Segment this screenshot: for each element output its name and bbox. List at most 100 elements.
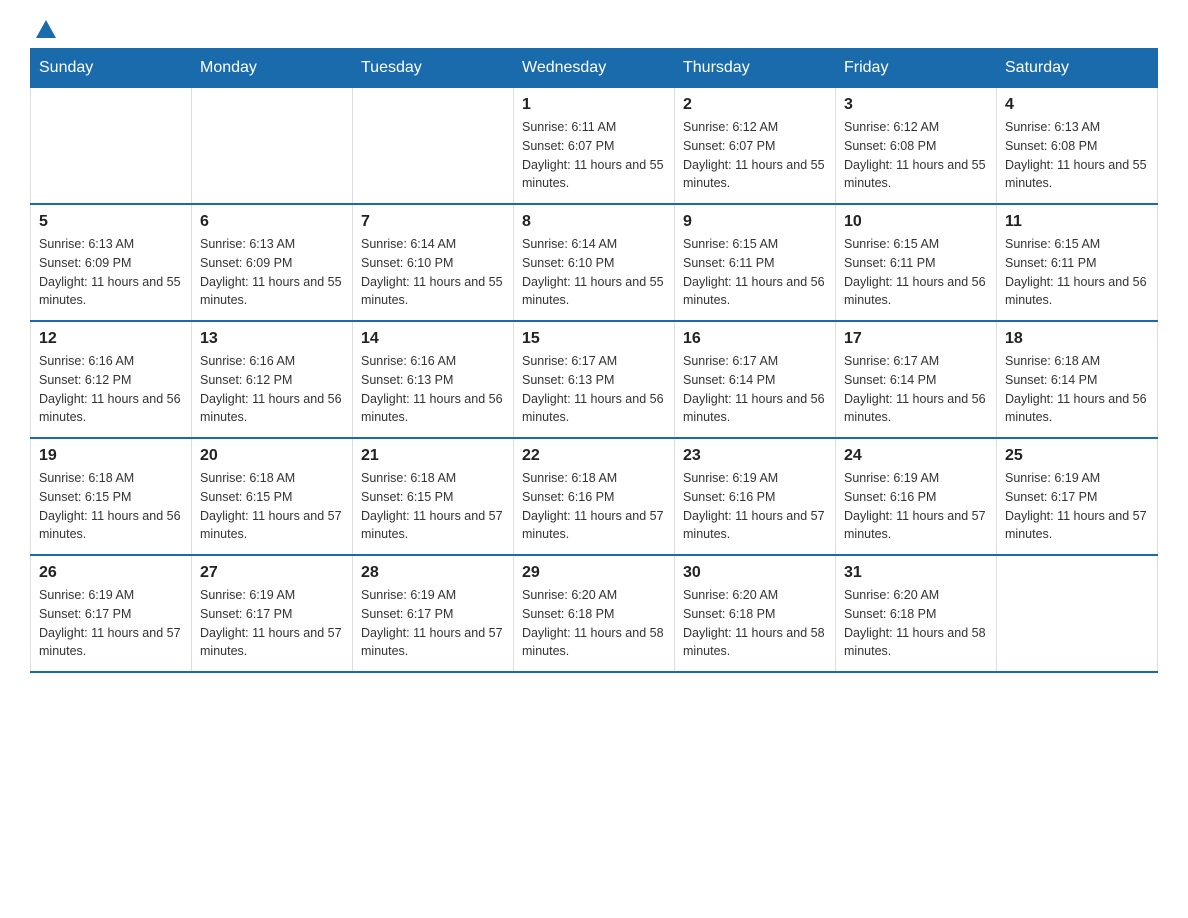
calendar-cell: 13 Sunrise: 6:16 AMSunset: 6:12 PMDayligh… bbox=[192, 321, 353, 438]
calendar-cell bbox=[31, 88, 192, 205]
calendar-cell: 15 Sunrise: 6:17 AMSunset: 6:13 PMDayligh… bbox=[514, 321, 675, 438]
header-friday: Friday bbox=[836, 49, 997, 88]
day-number: 29 bbox=[522, 564, 666, 582]
day-info: Sunrise: 6:18 AMSunset: 6:14 PMDaylight:… bbox=[1005, 352, 1149, 427]
day-info: Sunrise: 6:20 AMSunset: 6:18 PMDaylight:… bbox=[522, 586, 666, 661]
calendar-cell: 27 Sunrise: 6:19 AMSunset: 6:17 PMDayligh… bbox=[192, 555, 353, 672]
day-info: Sunrise: 6:17 AMSunset: 6:14 PMDaylight:… bbox=[683, 352, 827, 427]
week-row-4: 26Sunrise: 6:19 AMSunset: 6:17 PMDayligh… bbox=[31, 555, 1158, 672]
day-number: 9 bbox=[683, 213, 827, 231]
calendar-cell: 20Sunrise: 6:18 AMSunset: 6:15 PMDayligh… bbox=[192, 438, 353, 555]
day-info: Sunrise: 6:15 AMSunset: 6:11 PMDaylight:… bbox=[1005, 235, 1149, 310]
logo bbox=[30, 20, 56, 38]
logo-blue-text bbox=[30, 20, 56, 38]
day-info: Sunrise: 6:18 AMSunset: 6:16 PMDaylight:… bbox=[522, 469, 666, 544]
day-number: 10 bbox=[844, 213, 988, 231]
day-number: 19 bbox=[39, 447, 183, 465]
week-row-2: 12 Sunrise: 6:16 AMSunset: 6:12 PMDayligh… bbox=[31, 321, 1158, 438]
page-header bbox=[30, 20, 1158, 38]
day-info: Sunrise: 6:17 AMSunset: 6:13 PMDaylight:… bbox=[522, 352, 666, 427]
day-info: Sunrise: 6:15 AMSunset: 6:11 PMDaylight:… bbox=[683, 235, 827, 310]
day-number: 20 bbox=[200, 447, 344, 465]
day-info: Sunrise: 6:18 AMSunset: 6:15 PMDaylight:… bbox=[39, 469, 183, 544]
day-number: 7 bbox=[361, 213, 505, 231]
calendar-cell: 6 Sunrise: 6:13 AMSunset: 6:09 PMDaylight… bbox=[192, 204, 353, 321]
day-number: 22 bbox=[522, 447, 666, 465]
day-number: 28 bbox=[361, 564, 505, 582]
day-number: 12 bbox=[39, 330, 183, 348]
header-saturday: Saturday bbox=[997, 49, 1158, 88]
calendar-cell: 31Sunrise: 6:20 AMSunset: 6:18 PMDayligh… bbox=[836, 555, 997, 672]
calendar-table: Sunday Monday Tuesday Wednesday Thursday… bbox=[30, 48, 1158, 673]
day-number: 27 bbox=[200, 564, 344, 582]
calendar-cell: 11 Sunrise: 6:15 AMSunset: 6:11 PMDayligh… bbox=[997, 204, 1158, 321]
calendar-cell: 29 Sunrise: 6:20 AMSunset: 6:18 PMDayligh… bbox=[514, 555, 675, 672]
day-info: Sunrise: 6:16 AMSunset: 6:13 PMDaylight:… bbox=[361, 352, 505, 427]
day-number: 3 bbox=[844, 96, 988, 114]
week-row-1: 5Sunrise: 6:13 AMSunset: 6:09 PMDaylight… bbox=[31, 204, 1158, 321]
day-number: 6 bbox=[200, 213, 344, 231]
header-row: Sunday Monday Tuesday Wednesday Thursday… bbox=[31, 49, 1158, 88]
day-info: Sunrise: 6:12 AMSunset: 6:07 PMDaylight:… bbox=[683, 118, 827, 193]
day-number: 13 bbox=[200, 330, 344, 348]
week-row-3: 19 Sunrise: 6:18 AMSunset: 6:15 PMDayligh… bbox=[31, 438, 1158, 555]
day-info: Sunrise: 6:19 AMSunset: 6:16 PMDaylight:… bbox=[844, 469, 988, 544]
day-info: Sunrise: 6:16 AMSunset: 6:12 PMDaylight:… bbox=[200, 352, 344, 427]
calendar-header: Sunday Monday Tuesday Wednesday Thursday… bbox=[31, 49, 1158, 88]
calendar-cell: 5Sunrise: 6:13 AMSunset: 6:09 PMDaylight… bbox=[31, 204, 192, 321]
day-info: Sunrise: 6:11 AMSunset: 6:07 PMDaylight:… bbox=[522, 118, 666, 193]
day-info: Sunrise: 6:12 AMSunset: 6:08 PMDaylight:… bbox=[844, 118, 988, 193]
calendar-cell: 9 Sunrise: 6:15 AMSunset: 6:11 PMDaylight… bbox=[675, 204, 836, 321]
day-number: 18 bbox=[1005, 330, 1149, 348]
header-tuesday: Tuesday bbox=[353, 49, 514, 88]
calendar-cell: 4 Sunrise: 6:13 AMSunset: 6:08 PMDaylight… bbox=[997, 88, 1158, 205]
day-info: Sunrise: 6:14 AMSunset: 6:10 PMDaylight:… bbox=[361, 235, 505, 310]
day-number: 16 bbox=[683, 330, 827, 348]
day-number: 24 bbox=[844, 447, 988, 465]
week-row-0: 1 Sunrise: 6:11 AMSunset: 6:07 PMDaylight… bbox=[31, 88, 1158, 205]
day-number: 4 bbox=[1005, 96, 1149, 114]
day-info: Sunrise: 6:19 AMSunset: 6:16 PMDaylight:… bbox=[683, 469, 827, 544]
day-info: Sunrise: 6:17 AMSunset: 6:14 PMDaylight:… bbox=[844, 352, 988, 427]
day-number: 11 bbox=[1005, 213, 1149, 231]
day-info: Sunrise: 6:13 AMSunset: 6:08 PMDaylight:… bbox=[1005, 118, 1149, 193]
calendar-cell: 24 Sunrise: 6:19 AMSunset: 6:16 PMDayligh… bbox=[836, 438, 997, 555]
calendar-cell: 17 Sunrise: 6:17 AMSunset: 6:14 PMDayligh… bbox=[836, 321, 997, 438]
day-info: Sunrise: 6:15 AMSunset: 6:11 PMDaylight:… bbox=[844, 235, 988, 310]
day-number: 25 bbox=[1005, 447, 1149, 465]
logo-triangle-icon bbox=[36, 20, 56, 38]
day-number: 2 bbox=[683, 96, 827, 114]
calendar-cell: 23 Sunrise: 6:19 AMSunset: 6:16 PMDayligh… bbox=[675, 438, 836, 555]
day-info: Sunrise: 6:20 AMSunset: 6:18 PMDaylight:… bbox=[683, 586, 827, 661]
header-monday: Monday bbox=[192, 49, 353, 88]
calendar-cell: 28Sunrise: 6:19 AMSunset: 6:17 PMDayligh… bbox=[353, 555, 514, 672]
calendar-cell bbox=[997, 555, 1158, 672]
calendar-cell: 25Sunrise: 6:19 AMSunset: 6:17 PMDayligh… bbox=[997, 438, 1158, 555]
day-info: Sunrise: 6:19 AMSunset: 6:17 PMDaylight:… bbox=[200, 586, 344, 661]
calendar-cell: 3 Sunrise: 6:12 AMSunset: 6:08 PMDaylight… bbox=[836, 88, 997, 205]
calendar-cell: 21Sunrise: 6:18 AMSunset: 6:15 PMDayligh… bbox=[353, 438, 514, 555]
calendar-cell: 22 Sunrise: 6:18 AMSunset: 6:16 PMDayligh… bbox=[514, 438, 675, 555]
calendar-cell: 18 Sunrise: 6:18 AMSunset: 6:14 PMDayligh… bbox=[997, 321, 1158, 438]
calendar-cell: 8Sunrise: 6:14 AMSunset: 6:10 PMDaylight… bbox=[514, 204, 675, 321]
day-number: 30 bbox=[683, 564, 827, 582]
calendar-cell: 7 Sunrise: 6:14 AMSunset: 6:10 PMDaylight… bbox=[353, 204, 514, 321]
calendar-cell: 2 Sunrise: 6:12 AMSunset: 6:07 PMDaylight… bbox=[675, 88, 836, 205]
day-number: 1 bbox=[522, 96, 666, 114]
day-info: Sunrise: 6:13 AMSunset: 6:09 PMDaylight:… bbox=[39, 235, 183, 310]
day-number: 31 bbox=[844, 564, 988, 582]
calendar-cell: 12Sunrise: 6:16 AMSunset: 6:12 PMDayligh… bbox=[31, 321, 192, 438]
day-number: 15 bbox=[522, 330, 666, 348]
day-number: 23 bbox=[683, 447, 827, 465]
header-thursday: Thursday bbox=[675, 49, 836, 88]
day-info: Sunrise: 6:14 AMSunset: 6:10 PMDaylight:… bbox=[522, 235, 666, 310]
header-sunday: Sunday bbox=[31, 49, 192, 88]
calendar-cell bbox=[192, 88, 353, 205]
calendar-cell: 16 Sunrise: 6:17 AMSunset: 6:14 PMDayligh… bbox=[675, 321, 836, 438]
day-number: 14 bbox=[361, 330, 505, 348]
day-number: 21 bbox=[361, 447, 505, 465]
day-info: Sunrise: 6:13 AMSunset: 6:09 PMDaylight:… bbox=[200, 235, 344, 310]
day-info: Sunrise: 6:19 AMSunset: 6:17 PMDaylight:… bbox=[39, 586, 183, 661]
day-number: 17 bbox=[844, 330, 988, 348]
calendar-cell bbox=[353, 88, 514, 205]
